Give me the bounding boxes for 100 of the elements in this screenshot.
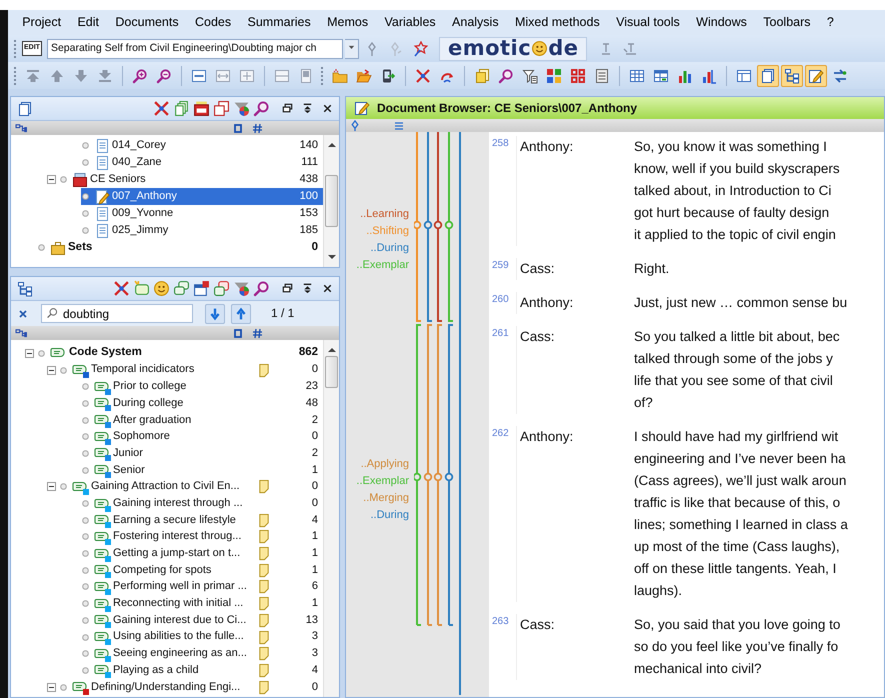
memo-icon[interactable] [257,646,271,662]
code-tree-item[interactable]: Fostering interest throug... 1 [81,528,323,546]
menu-item[interactable]: ? [818,15,842,30]
code-tree-item[interactable]: Using abilities to the fulle... 3 [81,628,323,646]
folder-open-icon[interactable] [356,68,372,84]
document-pane-toggle[interactable] [757,64,779,86]
memo-icon[interactable] [257,662,271,678]
code-tree-item[interactable]: Prior to college 23 [81,378,323,396]
new-folder-icon[interactable] [332,68,348,84]
document-selector[interactable]: Separating Self from Civil Engineering\Doubting major ch [46,38,343,58]
code-tree-item[interactable]: Reconnecting with initial ... 1 [81,595,323,612]
menu-item[interactable]: Windows [688,15,756,30]
memo-icon[interactable] [257,512,271,528]
memo-pen-toggle[interactable] [805,64,827,86]
tree-toggle-icon[interactable] [25,348,34,358]
restore-icon[interactable] [281,282,294,295]
code-tree-item[interactable]: Earning a secure lifestyle 4 [81,512,323,529]
hash-icon[interactable] [252,328,263,338]
search-field[interactable]: doubting [41,304,193,323]
star-pin-icon[interactable] [412,40,428,56]
documents-icon[interactable] [173,100,190,117]
tree-toggle-icon[interactable] [47,682,56,692]
device-import-icon[interactable] [380,68,396,84]
code-tree-item[interactable]: Gaining interest due to Ci... 13 [81,612,323,629]
memo-icon[interactable] [257,596,271,612]
documents-icon[interactable] [474,68,490,84]
code-tree-item[interactable]: Getting a jump-start on t... 1 [81,545,323,562]
form-icon[interactable] [594,68,610,84]
smiley-icon[interactable] [153,280,170,297]
code-tree-item[interactable]: Competing for spots 1 [81,562,323,579]
scroll-up-icon[interactable] [326,141,336,149]
document-tree-item[interactable]: 025_Jimmy 185 [81,222,323,239]
previous-match-button[interactable] [231,304,251,324]
memo-column-icon[interactable] [233,122,243,134]
code-tree-item[interactable]: Code System 862 [37,345,323,362]
close-icon[interactable] [321,282,334,295]
code-tree-item[interactable]: Junior 2 [81,445,323,462]
document-tree-item[interactable]: 040_Zane 111 [81,154,323,171]
menu-item[interactable]: Visual tools [608,15,688,30]
search-icon[interactable] [498,68,514,84]
color-filter-icon[interactable] [233,100,250,117]
memo-icon[interactable] [257,562,271,578]
code-tree-item[interactable]: Seeing engineering as an... 3 [81,645,323,662]
menu-item[interactable]: Codes [186,15,240,30]
memo-icon[interactable] [257,612,271,628]
search-icon[interactable] [253,280,270,297]
jump-top-icon[interactable] [25,68,41,84]
exchange-arrows-icon[interactable] [832,68,848,84]
memo-icon[interactable] [257,630,271,645]
tree-toggle-icon[interactable] [47,366,56,375]
folder-image-icon[interactable] [193,100,210,117]
code-tree-item[interactable]: Sophomore 0 [81,428,323,446]
collapse-icon[interactable] [301,282,314,295]
scrollbar[interactable] [323,135,339,267]
code-tree-item[interactable]: Playing as a child 4 [81,662,323,679]
code-copy-icon[interactable] [213,280,230,297]
code-tree-item[interactable]: Temporal incidicators 0 [59,362,323,378]
collapse-icon[interactable] [301,102,314,115]
code-tree-item[interactable]: During college 48 [81,395,323,412]
menu-item[interactable]: Memos [318,15,376,30]
document-tree-item[interactable]: 007_Anthony 100 [81,188,323,205]
search-icon[interactable] [253,100,270,117]
menu-item[interactable]: Project [14,15,70,30]
hash-icon[interactable] [252,122,263,134]
text-style-icon[interactable] [622,40,638,56]
menu-item[interactable]: Edit [69,15,108,30]
next-match-button[interactable] [205,304,225,324]
document-tree-item[interactable]: 009_Yvonne 153 [81,205,323,222]
cross-arrows-icon[interactable] [415,68,431,84]
table-icon[interactable] [653,68,669,84]
menu-item[interactable]: Documents [107,15,187,30]
restore-icon[interactable] [281,102,294,115]
code-tree-item[interactable]: After graduation 2 [81,412,323,428]
scroll-thumb[interactable] [325,356,338,388]
zoom-reset-icon[interactable] [191,68,207,84]
zoom-out-icon[interactable] [156,68,172,84]
code-tree-item[interactable]: Gaining interest through ... 0 [81,495,323,512]
menu-item[interactable]: Mixed methods [506,15,608,30]
menu-item[interactable]: Analysis [444,15,507,30]
memo-icon[interactable] [257,546,271,562]
scroll-thumb[interactable] [325,175,338,227]
document-tree-item[interactable]: CE Seniors 438 [59,171,323,188]
arrow-down-icon[interactable] [73,68,89,84]
menu-icon[interactable] [394,120,404,130]
code-tree-item[interactable]: Defining/Understanding Engi... 0 [59,678,323,696]
document-tree-item[interactable]: 014_Corey 140 [81,137,323,154]
memo-icon[interactable] [257,362,271,378]
code-window-icon[interactable] [193,280,210,297]
memo-column-icon[interactable] [233,328,243,338]
grid-squares-icon[interactable] [546,68,562,84]
scroll-down-icon[interactable] [326,253,336,261]
pages-icon[interactable] [213,100,230,117]
code-stack-icon[interactable] [173,280,190,297]
menu-item[interactable]: Toolbars [755,15,819,30]
search-input[interactable]: doubting [63,306,187,322]
zoom-in-icon[interactable] [132,68,148,84]
memo-icon[interactable] [257,529,271,544]
squares-icon[interactable] [570,68,586,84]
memo-icon[interactable] [257,680,271,695]
code-tree-item[interactable]: Performing well in primar ... 6 [81,578,323,596]
